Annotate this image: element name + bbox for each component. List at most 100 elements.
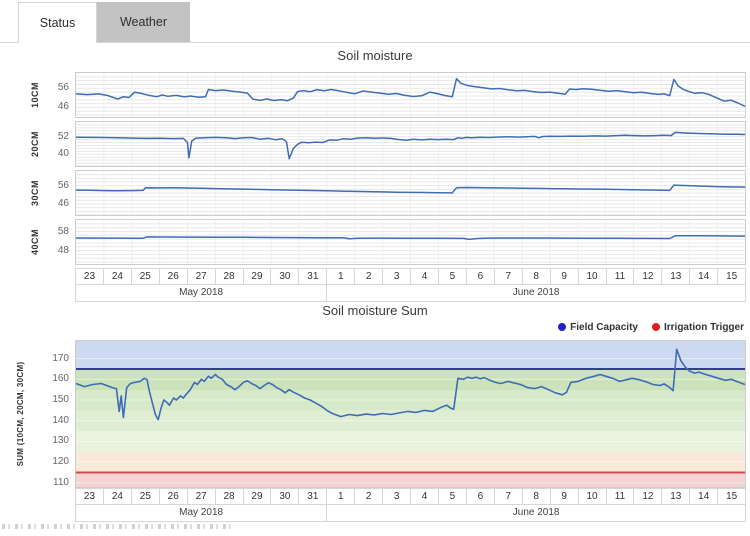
- y-tick-label: 160: [52, 374, 69, 384]
- soil-moisture-sum-title: Soil moisture Sum: [0, 303, 750, 318]
- day-cell: 29: [244, 268, 272, 285]
- day-cell: 4: [411, 488, 439, 505]
- day-cell: 26: [160, 488, 188, 505]
- month-cell: May 2018: [76, 285, 327, 302]
- day-cell: 25: [132, 488, 160, 505]
- soil-moisture-title: Soil moisture: [0, 48, 750, 63]
- day-cell: 23: [76, 488, 104, 505]
- day-cell: 28: [216, 268, 244, 285]
- day-cell: 12: [634, 488, 662, 505]
- day-cell: 13: [662, 268, 690, 285]
- day-cell: 11: [607, 268, 635, 285]
- y-tick-label: 46: [58, 102, 69, 112]
- day-cell: 5: [439, 488, 467, 505]
- y-tick-label: 58: [58, 227, 69, 237]
- day-cell: 7: [495, 488, 523, 505]
- panel-30cm: 30CM5646: [75, 170, 746, 216]
- sum-plot: 170160150140130120110SUM (10CM, 20CM, 30…: [75, 340, 746, 488]
- day-cell: 31: [299, 488, 327, 505]
- tab-weather[interactable]: Weather: [97, 2, 190, 42]
- depth-axis-label: 20CM: [30, 131, 40, 157]
- day-cell: 23: [76, 268, 104, 285]
- legend-item-irrigation-trigger[interactable]: Irrigation Trigger: [652, 322, 744, 333]
- day-cell: 8: [523, 268, 551, 285]
- soil-moisture-sum-chart: Soil moisture Sum Field Capacity Irrigati…: [0, 303, 750, 522]
- day-cell: 29: [244, 488, 272, 505]
- day-cell: 11: [607, 488, 635, 505]
- panel-plot: [76, 171, 745, 215]
- day-cell: 3: [383, 488, 411, 505]
- day-cell: 28: [216, 488, 244, 505]
- day-cell: 12: [634, 268, 662, 285]
- soil-moisture-chart: Soil moisture 10CM564620CM524030CM564640…: [0, 48, 750, 302]
- day-cell: 24: [104, 268, 132, 285]
- soil-moisture-x-axis: 232425262728293031123456789101112131415M…: [75, 268, 746, 302]
- day-cell: 6: [467, 268, 495, 285]
- tab-bar: Status Weather: [0, 0, 750, 43]
- day-cell: 1: [327, 268, 355, 285]
- day-cell: 4: [411, 268, 439, 285]
- day-cell: 15: [718, 488, 746, 505]
- sum-x-axis: 232425262728293031123456789101112131415M…: [75, 488, 746, 522]
- day-cell: 26: [160, 268, 188, 285]
- y-tick-label: 46: [58, 199, 69, 209]
- day-cell: 10: [579, 488, 607, 505]
- day-cell: 27: [188, 488, 216, 505]
- day-cell: 2: [355, 488, 383, 505]
- y-tick-label: 56: [58, 181, 69, 191]
- day-cell: 8: [523, 488, 551, 505]
- y-tick-label: 110: [53, 478, 69, 488]
- month-cell: June 2018: [327, 285, 746, 302]
- y-tick-label: 170: [52, 354, 69, 364]
- day-cell: 1: [327, 488, 355, 505]
- day-cell: 30: [271, 488, 299, 505]
- day-axis: 232425262728293031123456789101112131415: [75, 488, 746, 505]
- panel-plot: [76, 122, 745, 166]
- legend-dot-icon: [558, 323, 566, 331]
- y-tick-label: 40: [58, 149, 69, 159]
- legend-item-field-capacity[interactable]: Field Capacity: [558, 322, 638, 333]
- month-cell: May 2018: [76, 505, 327, 522]
- y-tick-label: 48: [58, 246, 69, 256]
- sum-plot-svg: [76, 341, 745, 487]
- sum-y-axis-title: SUM (10CM, 20CM, 30CM): [16, 362, 25, 467]
- day-cell: 2: [355, 268, 383, 285]
- y-tick-label: 52: [58, 132, 69, 142]
- y-tick-label: 120: [52, 457, 69, 467]
- panel-20cm: 20CM5240: [75, 121, 746, 167]
- tab-status[interactable]: Status: [18, 2, 97, 43]
- day-cell: 7: [495, 268, 523, 285]
- legend: Field Capacity Irrigation Trigger: [0, 320, 744, 334]
- legend-label: Field Capacity: [570, 322, 638, 333]
- day-cell: 25: [132, 268, 160, 285]
- depth-axis-label: 30CM: [30, 180, 40, 206]
- day-axis: 232425262728293031123456789101112131415: [75, 268, 746, 285]
- day-cell: 6: [467, 488, 495, 505]
- day-cell: 14: [690, 268, 718, 285]
- day-cell: 9: [551, 268, 579, 285]
- day-cell: 24: [104, 488, 132, 505]
- depth-axis-label: 10CM: [30, 82, 40, 108]
- panel-40cm: 40CM5848: [75, 219, 746, 265]
- day-cell: 13: [662, 488, 690, 505]
- soil-moisture-panels: 10CM564620CM524030CM564640CM5848: [0, 72, 750, 265]
- day-cell: 30: [271, 268, 299, 285]
- day-cell: 9: [551, 488, 579, 505]
- clipped-text-fragment: [2, 524, 232, 529]
- day-cell: 27: [188, 268, 216, 285]
- y-tick-label: 150: [52, 395, 69, 405]
- day-cell: 5: [439, 268, 467, 285]
- month-cell: June 2018: [327, 505, 746, 522]
- panel-plot: [76, 220, 745, 264]
- day-cell: 14: [690, 488, 718, 505]
- day-cell: 31: [299, 268, 327, 285]
- day-cell: 10: [579, 268, 607, 285]
- depth-axis-label: 40CM: [30, 229, 40, 255]
- y-tick-label: 140: [52, 416, 69, 426]
- month-axis: May 2018June 2018: [75, 285, 746, 302]
- day-cell: 15: [718, 268, 746, 285]
- y-tick-label: 130: [52, 436, 69, 446]
- month-axis: May 2018June 2018: [75, 505, 746, 522]
- day-cell: 3: [383, 268, 411, 285]
- y-tick-label: 56: [58, 83, 69, 93]
